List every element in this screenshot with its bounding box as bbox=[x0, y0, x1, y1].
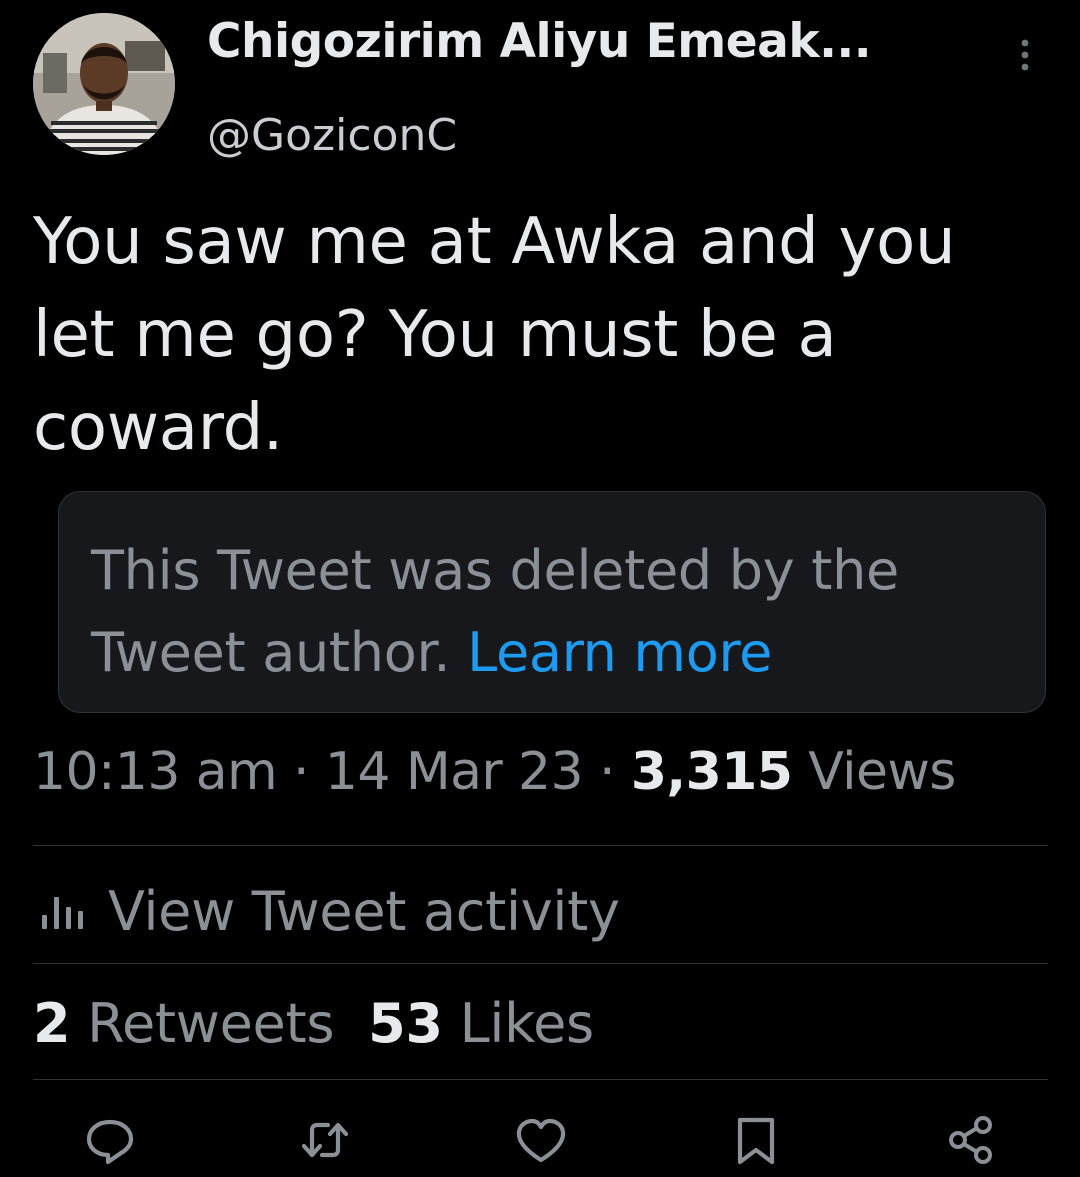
likes-label: Likes bbox=[459, 992, 595, 1055]
tweet-text: You saw me at Awka and you let me go? Yo… bbox=[33, 205, 956, 465]
tweet-time[interactable]: 10:13 am bbox=[33, 742, 278, 802]
likes-count: 53 bbox=[368, 992, 443, 1055]
likes-stat[interactable]: 53 Likes bbox=[368, 992, 594, 1055]
tweet-header: Chigozirim Aliyu Emeak... @GoziconC bbox=[0, 0, 1080, 170]
retweets-count: 2 bbox=[33, 992, 71, 1055]
author-handle[interactable]: @GoziconC bbox=[207, 110, 457, 161]
user-avatar-image bbox=[33, 13, 175, 155]
learn-more-link[interactable]: Learn more bbox=[467, 621, 772, 684]
tweet-date[interactable]: 14 Mar 23 bbox=[325, 742, 584, 802]
reply-icon bbox=[86, 1119, 134, 1165]
deleted-tweet-notice: This Tweet was deleted by the Tweet auth… bbox=[91, 530, 1021, 694]
avatar[interactable] bbox=[33, 13, 175, 155]
retweets-label: Retweets bbox=[87, 992, 335, 1055]
divider bbox=[33, 963, 1048, 964]
bar-chart-icon bbox=[42, 897, 83, 929]
divider bbox=[33, 845, 1048, 846]
views-count: 3,315 bbox=[630, 742, 793, 802]
bookmark-icon bbox=[737, 1117, 775, 1165]
divider bbox=[33, 1079, 1048, 1080]
engagement-stats: 2 Retweets 53 Likes bbox=[33, 992, 594, 1055]
author-display-name[interactable]: Chigozirim Aliyu Emeak... bbox=[207, 14, 872, 69]
tweet-actions-bar bbox=[0, 1110, 1080, 1177]
tweet-meta: 10:13 am · 14 Mar 23 · 3,315 Views bbox=[33, 742, 956, 802]
view-tweet-activity-button[interactable]: View Tweet activity bbox=[38, 876, 620, 946]
like-button[interactable] bbox=[511, 1110, 571, 1170]
reply-button[interactable] bbox=[80, 1110, 140, 1170]
deleted-quote-card: This Tweet was deleted by the Tweet auth… bbox=[58, 491, 1046, 713]
meta-separator: · bbox=[598, 742, 616, 802]
bookmark-button[interactable] bbox=[726, 1110, 786, 1170]
share-icon bbox=[949, 1116, 992, 1164]
views-label: Views bbox=[808, 742, 956, 802]
share-button[interactable] bbox=[942, 1110, 1002, 1170]
meta-separator: · bbox=[293, 742, 310, 802]
more-options-icon[interactable] bbox=[1010, 38, 1040, 72]
view-tweet-activity-label: View Tweet activity bbox=[108, 879, 620, 943]
retweets-stat[interactable]: 2 Retweets bbox=[33, 992, 334, 1055]
retweet-icon bbox=[301, 1122, 349, 1158]
retweet-button[interactable] bbox=[295, 1110, 355, 1170]
like-icon bbox=[516, 1118, 566, 1163]
